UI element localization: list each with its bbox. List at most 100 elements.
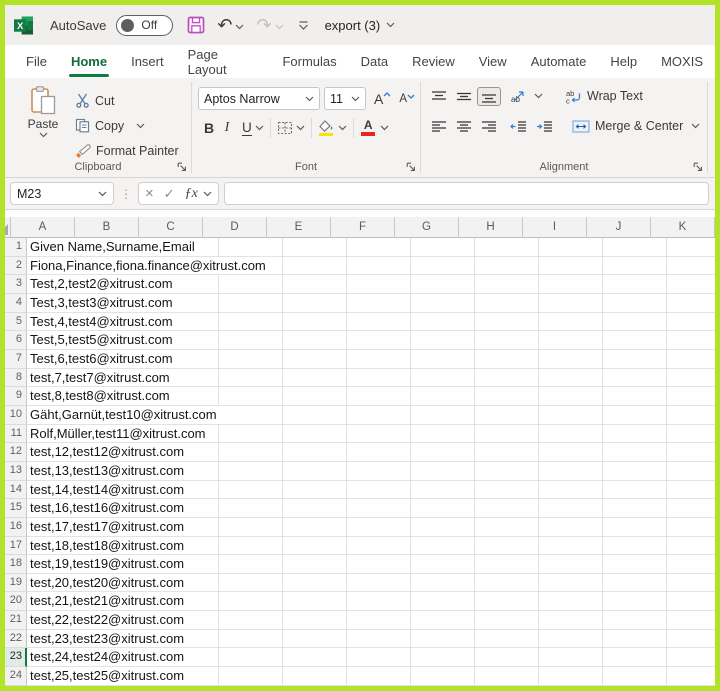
row-header-1[interactable]: 1 [5,238,27,257]
row-cells[interactable]: test,18,test18@xitrust.com [27,537,715,556]
format-painter-button[interactable]: Format Painter [75,138,179,163]
cell-text[interactable]: Given Name,Surname,Email [27,238,197,256]
tab-help[interactable]: Help [598,45,649,78]
cell-text[interactable]: Fiona,Finance,fiona.finance@xitrust.com [27,257,268,275]
row-header-13[interactable]: 13 [5,462,27,481]
chevron-down-icon[interactable] [296,125,305,131]
row-cells[interactable]: Given Name,Surname,Email [27,238,715,257]
borders-icon[interactable] [277,120,293,136]
autosave-toggle[interactable]: Off [116,15,173,36]
copy-button[interactable]: Copy [75,113,179,138]
row-cells[interactable]: test,13,test13@xitrust.com [27,462,715,481]
tab-view[interactable]: View [467,45,519,78]
tab-formulas[interactable]: Formulas [270,45,348,78]
cell-text[interactable]: test,19,test19@xitrust.com [27,555,186,573]
row-header-16[interactable]: 16 [5,518,27,537]
row-header-10[interactable]: 10 [5,406,27,425]
row-header-15[interactable]: 15 [5,499,27,518]
row-cells[interactable]: Test,5,test5@xitrust.com [27,331,715,350]
fill-color-button[interactable] [318,120,335,137]
column-header-K[interactable]: K [651,217,715,238]
cell-text[interactable]: test,23,test23@xitrust.com [27,630,186,648]
row-header-19[interactable]: 19 [5,574,27,593]
select-all-button[interactable] [5,217,11,238]
column-header-D[interactable]: D [203,217,267,238]
chevron-down-icon[interactable] [338,125,347,131]
clipboard-dialog-launcher-icon[interactable] [177,162,187,172]
enter-icon[interactable]: ✓ [164,186,175,202]
italic-button[interactable]: I [218,120,236,136]
increase-indent-icon[interactable] [536,120,553,133]
bold-button[interactable]: B [200,120,218,136]
row-header-22[interactable]: 22 [5,630,27,649]
save-icon[interactable] [187,16,205,34]
row-header-21[interactable]: 21 [5,611,27,630]
column-header-G[interactable]: G [395,217,459,238]
name-box[interactable]: M23 [10,182,114,205]
cell-text[interactable]: Rolf,Müller,test11@xitrust.com [27,425,208,443]
cell-text[interactable]: test,12,test12@xitrust.com [27,443,186,461]
cell-text[interactable]: Test,5,test5@xitrust.com [27,331,175,349]
chevron-down-icon[interactable] [691,123,700,129]
merge-center-button[interactable]: Merge & Center [595,119,683,133]
font-size-combobox[interactable]: 11 [324,87,366,110]
underline-button[interactable]: U [242,121,252,136]
cell-text[interactable]: test,17,test17@xitrust.com [27,518,186,536]
chevron-down-icon[interactable] [380,125,389,131]
row-header-14[interactable]: 14 [5,481,27,500]
chevron-down-icon[interactable] [255,125,264,131]
cell-text[interactable]: test,21,test21@xitrust.com [27,592,186,610]
decrease-indent-icon[interactable] [510,120,527,133]
row-cells[interactable]: test,23,test23@xitrust.com [27,630,715,649]
align-right-icon[interactable] [481,120,497,133]
cell-text[interactable]: test,8,test8@xitrust.com [27,387,172,405]
cell-text[interactable]: Test,4,test4@xitrust.com [27,313,175,331]
column-header-H[interactable]: H [459,217,523,238]
cell-text[interactable]: test,16,test16@xitrust.com [27,499,186,517]
cell-text[interactable]: test,7,test7@xitrust.com [27,369,172,387]
cell-text[interactable]: Gäht,Garnüt,test10@xitrust.com [27,406,219,424]
row-cells[interactable]: Test,4,test4@xitrust.com [27,313,715,332]
row-cells[interactable]: test,24,test24@xitrust.com [27,648,715,667]
wrap-text-button[interactable]: Wrap Text [587,89,643,103]
row-header-17[interactable]: 17 [5,537,27,556]
orientation-icon[interactable]: ab [510,89,527,104]
tab-review[interactable]: Review [400,45,467,78]
row-cells[interactable]: Fiona,Finance,fiona.finance@xitrust.com [27,257,715,276]
cell-text[interactable]: test,22,test22@xitrust.com [27,611,186,629]
quick-access-more-icon[interactable] [298,21,309,30]
increase-font-size-button[interactable]: A [374,91,391,107]
cell-text[interactable]: Test,3,test3@xitrust.com [27,294,175,312]
row-cells[interactable]: Test,6,test6@xitrust.com [27,350,715,369]
chevron-down-icon[interactable] [203,191,212,197]
row-cells[interactable]: test,17,test17@xitrust.com [27,518,715,537]
tab-page-layout[interactable]: Page Layout [176,45,271,78]
row-cells[interactable]: test,7,test7@xitrust.com [27,369,715,388]
row-header-2[interactable]: 2 [5,257,27,276]
row-cells[interactable]: test,16,test16@xitrust.com [27,499,715,518]
cell-text[interactable]: test,18,test18@xitrust.com [27,537,186,555]
decrease-font-size-button[interactable]: A [399,93,415,105]
align-left-icon[interactable] [431,120,447,133]
cancel-icon[interactable]: × [145,186,154,201]
align-bottom-button-selected[interactable] [477,87,501,106]
cell-text[interactable]: test,24,test24@xitrust.com [27,648,186,666]
align-top-icon[interactable] [431,90,447,103]
alignment-dialog-launcher-icon[interactable] [693,162,703,172]
cell-text[interactable]: test,14,test14@xitrust.com [27,481,186,499]
tab-insert[interactable]: Insert [119,45,176,78]
row-cells[interactable]: test,21,test21@xitrust.com [27,592,715,611]
column-header-I[interactable]: I [523,217,587,238]
row-header-3[interactable]: 3 [5,275,27,294]
cell-text[interactable]: test,13,test13@xitrust.com [27,462,186,480]
row-header-20[interactable]: 20 [5,592,27,611]
cell-text[interactable]: Test,6,test6@xitrust.com [27,350,175,368]
column-header-F[interactable]: F [331,217,395,238]
row-header-12[interactable]: 12 [5,443,27,462]
row-cells[interactable]: test,8,test8@xitrust.com [27,387,715,406]
row-header-24[interactable]: 24 [5,667,27,686]
row-header-9[interactable]: 9 [5,387,27,406]
redo-button[interactable]: ↷ [256,17,283,33]
column-header-C[interactable]: C [139,217,203,238]
row-header-8[interactable]: 8 [5,369,27,388]
